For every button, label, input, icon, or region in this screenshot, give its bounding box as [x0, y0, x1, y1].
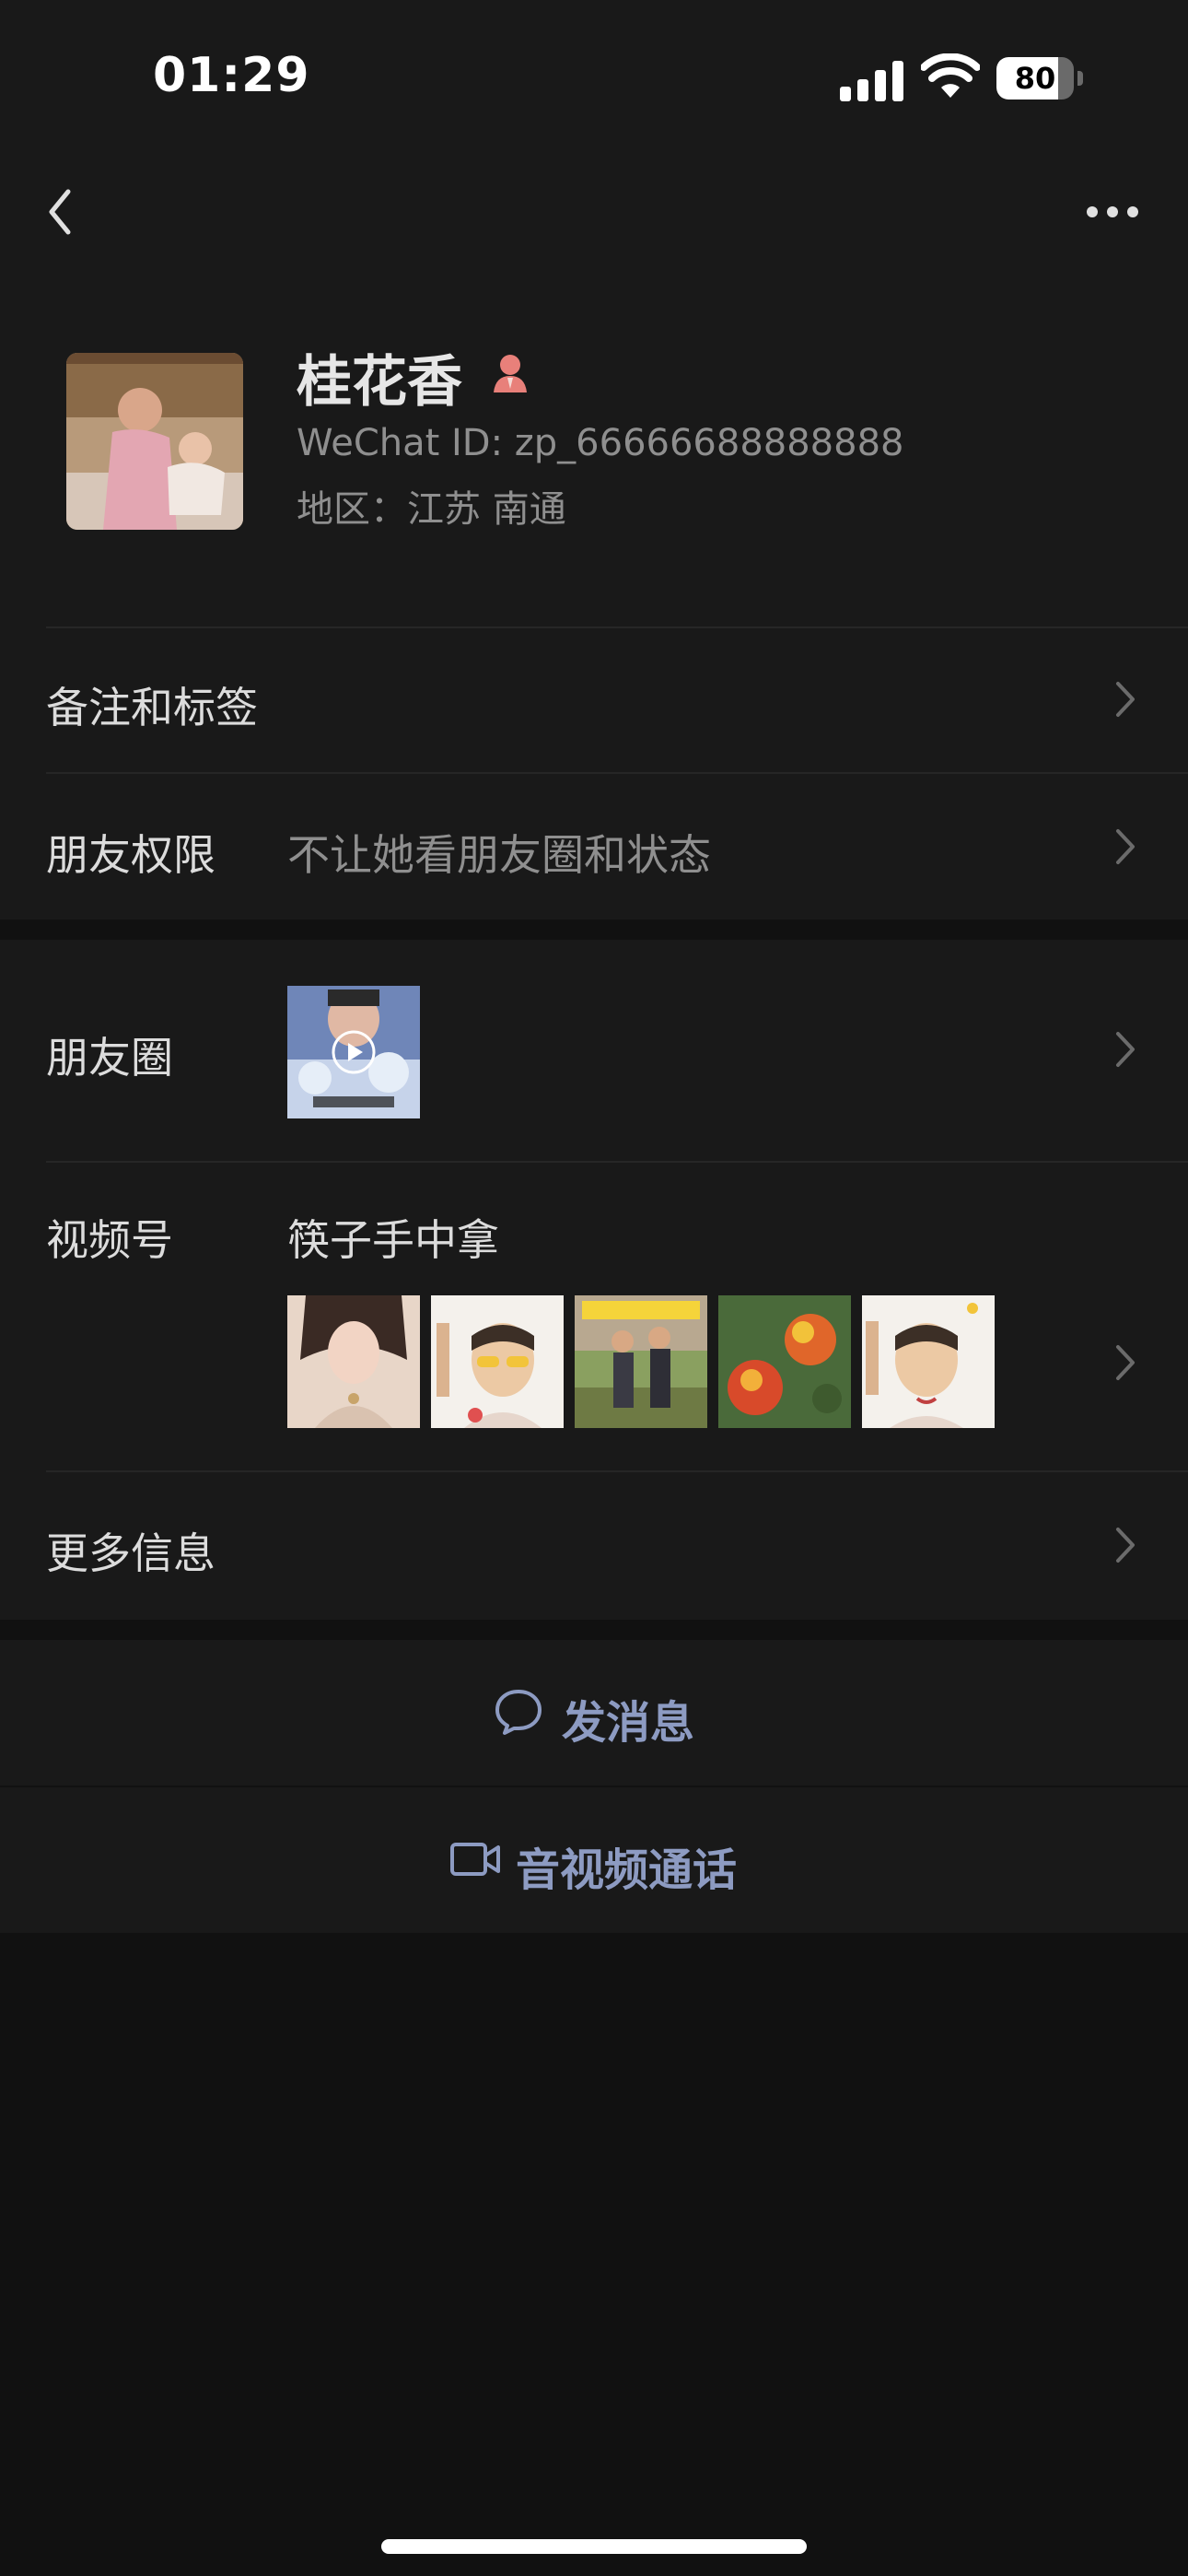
- video-call-button[interactable]: 音视频通话: [0, 1787, 1188, 1933]
- video-camera-icon: [450, 1843, 500, 1876]
- ellipsis-icon[interactable]: [1087, 203, 1138, 221]
- more-info-row[interactable]: 更多信息: [0, 1470, 1188, 1620]
- friend-permissions-value: 不让她看朋友圈和状态: [287, 830, 711, 880]
- friend-permissions-row[interactable]: 朋友权限 不让她看朋友圈和状态: [0, 772, 1188, 919]
- cellular-signal-icon: [840, 59, 904, 101]
- contact-profile-page: 01:29 80 桂花香 WeChat ID: zp_6666668888888…: [0, 0, 1188, 2576]
- channels-thumbnail[interactable]: [431, 1295, 564, 1428]
- chevron-right-icon: [1116, 1032, 1135, 1067]
- chat-bubble-icon: [495, 1690, 542, 1735]
- wechat-id: WeChat ID: zp_66666688888888: [297, 422, 904, 464]
- battery-icon: 80: [996, 57, 1083, 100]
- avatar[interactable]: [66, 353, 243, 530]
- status-bar: 01:29 80: [0, 0, 1188, 147]
- video-call-label: 音视频通话: [516, 1844, 738, 1896]
- channels-thumbnail[interactable]: [862, 1295, 995, 1428]
- channels-thumbnail[interactable]: [287, 1295, 420, 1428]
- moments-label: 朋友圈: [46, 1033, 173, 1083]
- chevron-left-icon[interactable]: [42, 184, 79, 240]
- female-icon: [494, 355, 527, 392]
- channels-label: 视频号: [46, 1215, 173, 1265]
- battery-level: 80: [1014, 61, 1056, 96]
- remarks-tags-row[interactable]: 备注和标签: [0, 626, 1188, 772]
- home-indicator: [381, 2539, 807, 2554]
- remarks-tags-label: 备注和标签: [46, 683, 258, 732]
- channels-thumbnail[interactable]: [718, 1295, 851, 1428]
- send-message-button[interactable]: 发消息: [0, 1640, 1188, 1786]
- contact-name: 桂花香: [297, 350, 462, 415]
- send-message-label: 发消息: [562, 1697, 695, 1749]
- nav-bar: [0, 147, 1188, 267]
- friend-permissions-label: 朋友权限: [46, 830, 215, 880]
- chevron-right-icon: [1116, 1528, 1135, 1563]
- chevron-right-icon: [1116, 1345, 1135, 1380]
- moments-row[interactable]: 朋友圈: [0, 940, 1188, 1161]
- more-info-label: 更多信息: [46, 1528, 215, 1578]
- profile-header: 桂花香 WeChat ID: zp_66666688888888 地区：江苏 南…: [0, 267, 1188, 626]
- region-text: 地区：江苏 南通: [297, 488, 566, 531]
- channels-row[interactable]: 视频号 筷子手中拿: [0, 1161, 1188, 1470]
- channels-name: 筷子手中拿: [287, 1215, 499, 1265]
- moments-thumbnail[interactable]: [287, 986, 420, 1118]
- wifi-icon: [921, 53, 980, 98]
- status-time: 01:29: [153, 48, 310, 103]
- chevron-right-icon: [1116, 682, 1135, 717]
- chevron-right-icon: [1116, 829, 1135, 864]
- channels-thumbnail[interactable]: [575, 1295, 707, 1428]
